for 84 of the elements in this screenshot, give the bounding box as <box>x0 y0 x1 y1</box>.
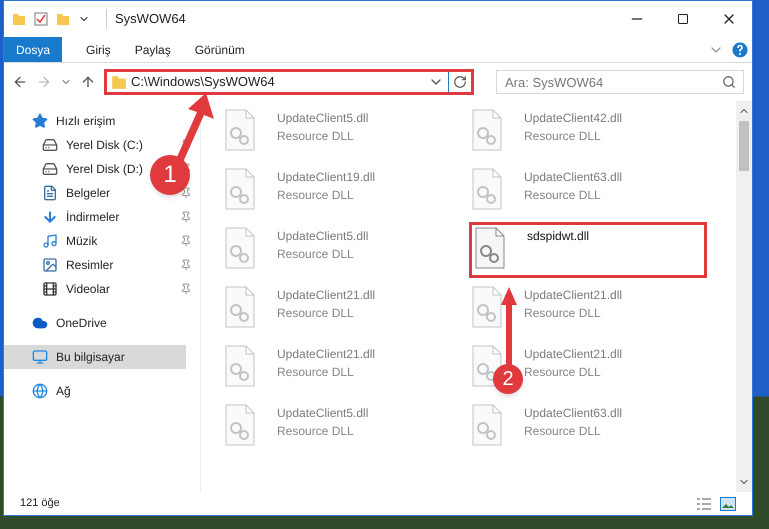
ribbon-tab[interactable]: Görünüm <box>182 37 257 62</box>
film-icon <box>42 281 58 297</box>
nav-item[interactable]: Yerel Disk (C:) <box>66 136 143 154</box>
nav-item[interactable]: Videolar <box>66 280 110 298</box>
file-type: Resource DLL <box>524 187 602 204</box>
file-name[interactable]: UpdateClient19.dll <box>277 168 376 186</box>
file-type: Resource DLL <box>277 305 355 322</box>
file-type: Resource DLL <box>524 305 602 322</box>
dll-file-icon <box>225 109 255 151</box>
music-note-icon <box>42 233 58 249</box>
dll-file-icon <box>472 286 502 328</box>
dll-file-icon <box>225 345 255 387</box>
dll-file-icon <box>472 404 502 446</box>
monitor-icon <box>32 349 48 365</box>
file-name[interactable]: UpdateClient21.dll <box>524 286 622 304</box>
ribbon-tab[interactable]: Dosya <box>4 37 62 62</box>
nav-item[interactable]: Belgeler <box>66 184 110 202</box>
document-icon <box>42 185 58 201</box>
refresh-icon[interactable] <box>453 75 467 89</box>
nav-label: Hızlı erişim <box>56 113 116 130</box>
item-count: 121 öğe <box>20 496 60 512</box>
search-field[interactable]: Ara: SysWOW64 <box>496 70 744 94</box>
ribbon-tab[interactable]: Paylaş <box>122 37 183 62</box>
file-name[interactable]: UpdateClient5.dll <box>277 404 368 422</box>
file-type: Resource DLL <box>277 187 355 204</box>
ribbon-tab[interactable]: Giriş <box>74 37 123 62</box>
maximize-icon[interactable] <box>677 13 689 25</box>
picture-icon <box>42 257 58 273</box>
dll-file-icon <box>225 404 255 446</box>
up-icon[interactable] <box>80 74 96 90</box>
nav-item[interactable]: OneDrive <box>4 311 186 335</box>
drive-icon <box>42 161 58 177</box>
address-path: C:\Windows\SysWOW64 <box>131 73 275 92</box>
file-type: Resource DLL <box>277 423 355 440</box>
dll-file-icon <box>225 286 255 328</box>
dll-file-icon <box>475 227 505 269</box>
drive-icon <box>42 137 58 153</box>
file-type: Resource DLL <box>277 364 355 381</box>
dll-file-icon <box>472 109 502 151</box>
file-name[interactable]: UpdateClient5.dll <box>277 227 368 245</box>
nav-item[interactable]: Yerel Disk (D:) <box>66 160 143 178</box>
nav-label: OneDrive <box>56 315 107 332</box>
file-type: Resource DLL <box>524 364 602 381</box>
details-view-icon[interactable] <box>696 496 712 510</box>
dll-file-icon <box>225 227 255 269</box>
help-icon[interactable] <box>732 42 748 58</box>
nav-item[interactable]: Hızlı erişim <box>4 109 186 133</box>
nav-label: Bu bilgisayar <box>56 349 125 366</box>
scrollbar[interactable] <box>736 101 752 492</box>
back-icon[interactable] <box>12 74 28 90</box>
file-type: Resource DLL <box>277 246 355 263</box>
nav-item[interactable]: İndirmeler <box>66 208 120 226</box>
nav-item[interactable]: Ağ <box>4 379 186 403</box>
star-icon <box>32 113 48 129</box>
nav-item[interactable]: Bu bilgisayar <box>4 345 186 369</box>
dll-file-icon <box>225 168 255 210</box>
window-title: SysWOW64 <box>106 9 186 29</box>
nav-label: Ağ <box>56 383 71 400</box>
file-name[interactable]: UpdateClient21.dll <box>277 345 376 363</box>
nav-item[interactable]: Müzik <box>66 232 98 250</box>
file-name[interactable]: UpdateClient5.dll <box>277 109 368 127</box>
folder-icon <box>12 12 26 26</box>
file-name[interactable]: UpdateClient21.dll <box>277 286 376 304</box>
cloud-icon <box>32 315 48 331</box>
file-name[interactable]: UpdateClient63.dll <box>524 168 622 186</box>
dll-file-icon <box>472 168 502 210</box>
file-name[interactable]: UpdateClient63.dll <box>524 404 622 422</box>
highlight-frame[interactable]: sdspidwt.dll <box>469 222 707 278</box>
download-icon <box>42 209 58 225</box>
search-icon <box>722 75 736 89</box>
folder-icon <box>56 12 70 26</box>
address-bar[interactable]: C:\Windows\SysWOW64 <box>104 69 474 95</box>
folder-icon <box>111 74 127 90</box>
nav-item[interactable]: Resimler <box>66 256 114 274</box>
file-type: Resource DLL <box>524 423 602 440</box>
scrollbar-thumb[interactable] <box>739 121 749 171</box>
file-name[interactable]: UpdateClient21.dll <box>524 345 622 363</box>
properties-icon <box>34 12 48 26</box>
file-type: Resource DLL <box>277 128 355 145</box>
large-icons-view-icon[interactable] <box>720 496 736 510</box>
file-type: Resource DLL <box>524 128 602 145</box>
file-name[interactable]: sdspidwt.dll <box>527 227 590 245</box>
file-name[interactable]: UpdateClient42.dll <box>524 109 622 127</box>
network-icon <box>32 383 48 399</box>
